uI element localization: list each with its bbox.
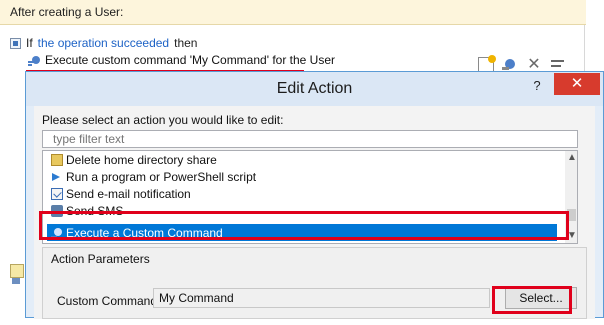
folder-icon	[51, 154, 63, 166]
action-row[interactable]: Execute custom command 'My Command' for …	[28, 52, 335, 68]
list-item-label: Run a program or PowerShell script	[66, 170, 257, 184]
run-icon	[51, 171, 63, 183]
then-keyword: then	[174, 36, 198, 50]
highlight-box-select-button	[492, 286, 572, 314]
condition-link[interactable]: the operation succeeded	[38, 36, 169, 50]
dialog-title-bar[interactable]: Edit Action ? ✕	[26, 72, 603, 106]
list-item-label: Delete home directory share	[66, 153, 217, 167]
custom-command-icon	[28, 54, 41, 67]
params-title: Action Parameters	[51, 252, 150, 266]
close-button[interactable]: ✕	[554, 73, 600, 95]
dialog-title: Edit Action	[276, 80, 353, 97]
custom-command-field[interactable]: My Command	[153, 288, 490, 308]
condition-checkbox[interactable]	[10, 37, 21, 49]
custom-command-label: Custom Command:	[57, 294, 161, 308]
action-text[interactable]: Execute custom command 'My Command' for …	[45, 53, 335, 67]
scroll-up-icon[interactable]: ▲	[567, 153, 577, 163]
help-button[interactable]: ?	[528, 78, 546, 94]
action-prompt: Please select an action you would like t…	[42, 113, 284, 127]
rule-header: After creating a User:	[0, 0, 586, 25]
list-item-label: Send e-mail notification	[66, 187, 191, 201]
filter-input[interactable]	[42, 130, 578, 148]
list-item[interactable]: Delete home directory share	[51, 152, 217, 168]
if-keyword: If	[26, 36, 33, 50]
side-toolbar-icon[interactable]	[10, 264, 24, 284]
condition-row[interactable]: If the operation succeeded then	[10, 35, 197, 51]
highlight-box-selected-action	[39, 211, 569, 240]
list-item[interactable]: Run a program or PowerShell script	[51, 169, 256, 185]
mail-icon	[51, 188, 63, 200]
edit-action-dialog: Edit Action ? ✕ Please select an action …	[25, 71, 604, 319]
list-item[interactable]: Send e-mail notification	[51, 186, 191, 202]
